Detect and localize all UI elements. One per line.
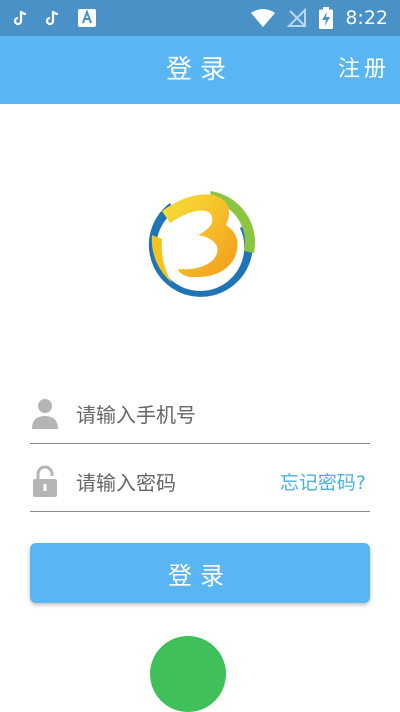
- app-toolbar: 登录 注册: [0, 36, 400, 104]
- wechat-icon[interactable]: [150, 636, 226, 712]
- phone-field: [30, 387, 370, 444]
- status-bar: 8:22: [0, 0, 400, 36]
- status-time: 8:22: [345, 7, 388, 29]
- user-icon: [32, 399, 58, 429]
- register-button[interactable]: 注册: [338, 36, 390, 104]
- status-system: 8:22: [251, 0, 388, 36]
- battery-charging-icon: [319, 7, 334, 29]
- login-button[interactable]: 登录: [30, 543, 370, 603]
- status-notifications: [14, 0, 96, 36]
- no-signal-icon: [287, 8, 307, 27]
- password-input[interactable]: [76, 455, 296, 511]
- wifi-icon: [251, 9, 276, 27]
- tiktok-icon: [46, 10, 59, 26]
- tiktok-icon: [14, 10, 27, 26]
- phone-input[interactable]: [76, 387, 296, 443]
- app-logo-icon: [148, 191, 256, 297]
- password-field: 忘记密码?: [30, 455, 370, 512]
- font-a-icon: [78, 9, 96, 27]
- lock-icon: [33, 465, 57, 497]
- forgot-password-link[interactable]: 忘记密码?: [280, 455, 366, 511]
